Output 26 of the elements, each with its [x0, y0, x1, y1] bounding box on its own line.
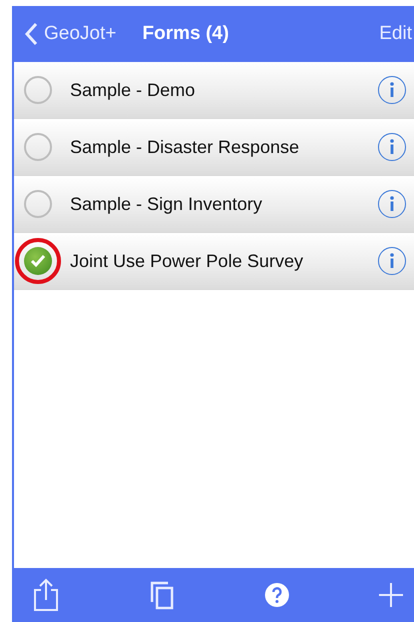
info-icon[interactable] — [378, 133, 406, 161]
add-icon — [378, 582, 404, 608]
info-icon[interactable] — [378, 247, 406, 275]
copy-icon — [148, 580, 176, 610]
back-button[interactable]: GeoJot+ — [24, 22, 116, 46]
add-button[interactable] — [378, 582, 404, 608]
form-name: Joint Use Power Pole Survey — [70, 250, 304, 272]
info-icon[interactable] — [378, 190, 406, 218]
info-icon[interactable] — [378, 76, 406, 104]
share-icon — [32, 578, 60, 612]
copy-button[interactable] — [148, 580, 176, 610]
screen-title: Forms (4) — [142, 23, 229, 45]
form-name: Sample - Disaster Response — [70, 136, 300, 158]
form-name: Sample - Demo — [70, 80, 196, 100]
checkmark-icon — [30, 254, 46, 268]
radio-button[interactable] — [24, 247, 52, 275]
form-name: Sample - Sign Inventory — [70, 194, 264, 214]
radio-button[interactable] — [24, 190, 52, 218]
help-button[interactable] — [264, 582, 290, 608]
radio-button[interactable] — [24, 133, 52, 161]
share-button[interactable] — [32, 578, 60, 612]
radio-button[interactable] — [24, 76, 52, 104]
back-label: GeoJot+ — [44, 23, 116, 45]
edit-button[interactable]: Edit — [379, 23, 414, 45]
chevron-left-icon — [24, 22, 38, 46]
help-icon — [264, 582, 290, 608]
